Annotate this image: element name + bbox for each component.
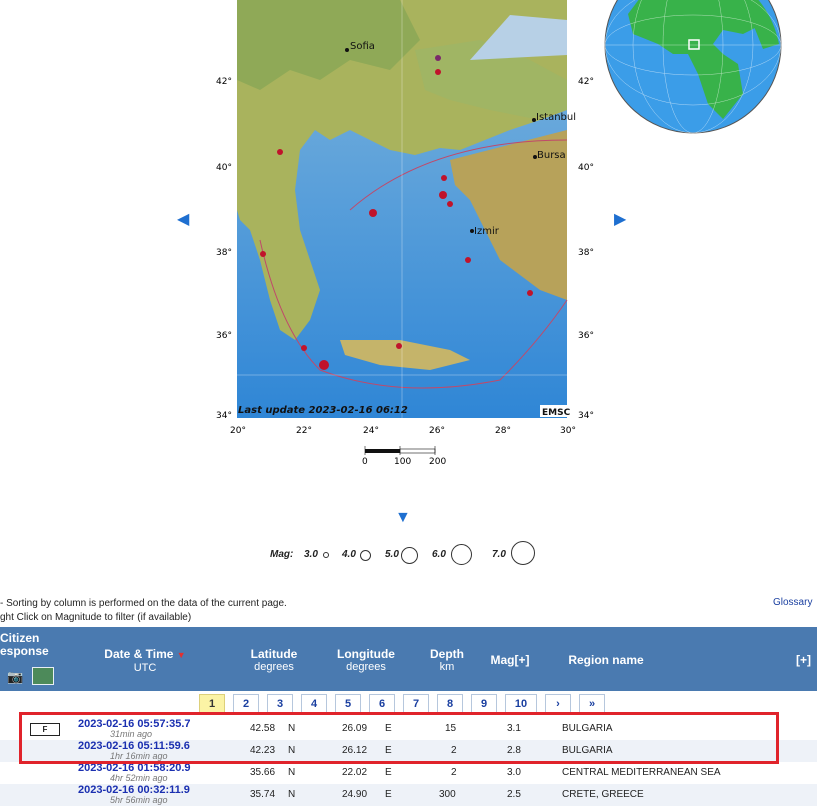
page-9[interactable]: 9 <box>471 694 497 714</box>
scale-bar <box>365 449 400 453</box>
lat-hemisphere: N <box>288 767 296 778</box>
page-5[interactable]: 5 <box>335 694 361 714</box>
col-citizen-response[interactable]: Citizen esponse <box>0 632 49 658</box>
mag-circle <box>401 547 418 564</box>
map-canvas[interactable]: Sofia Istanbul Bursa Izmir Last update 2… <box>200 0 620 470</box>
page-3[interactable]: 3 <box>267 694 293 714</box>
lat-tick: 34° <box>578 411 594 421</box>
page-6[interactable]: 6 <box>369 694 395 714</box>
lon-tick: 24° <box>363 426 379 436</box>
city-sofia: Sofia <box>350 41 375 52</box>
lat-tick: 38° <box>216 248 232 258</box>
pan-right-icon[interactable]: ▶ <box>614 212 626 228</box>
mag-value: 5.0 <box>385 549 399 560</box>
lat-tick: 42° <box>216 77 232 87</box>
lon-tick: 26° <box>429 426 445 436</box>
event-age: 4hr 52min ago <box>110 773 168 783</box>
last-page-button[interactable]: » <box>579 694 605 714</box>
camera-icon[interactable]: 📷 <box>7 669 23 685</box>
globe-inset <box>604 0 782 134</box>
last-update-label: Last update 2023-02-16 06:12 <box>238 405 408 416</box>
mag-value: 6.0 <box>432 549 446 560</box>
depth-value: 300 <box>439 789 456 800</box>
filter-note: ght Click on Magnitude to filter (if ava… <box>0 612 192 623</box>
mag-circle <box>323 552 329 558</box>
mag-value: 3.0 <box>304 549 318 560</box>
lat-hemisphere: N <box>288 789 296 800</box>
lat-tick: 36° <box>578 331 594 341</box>
region-name: CENTRAL MEDITERRANEAN SEA <box>562 767 721 778</box>
latitude-value: 35.66 <box>250 767 276 778</box>
depth-value: 2 <box>451 767 457 778</box>
longitude-value: 24.90 <box>342 789 368 800</box>
magnitude-value[interactable]: 2.5 <box>507 789 521 800</box>
event-age: 5hr 56min ago <box>110 795 168 805</box>
lon-hemisphere: E <box>385 767 392 778</box>
col-mag[interactable]: Mag[+] <box>482 654 538 667</box>
mag-legend-label: Mag: <box>270 549 294 560</box>
table-row[interactable]: 2023-02-16 01:58:20.9 4hr 52min ago 35.6… <box>0 762 817 784</box>
pan-left-icon[interactable]: ◀ <box>177 212 189 228</box>
pan-down-icon[interactable]: ▼ <box>395 510 411 526</box>
city-izmir: Izmir <box>474 226 500 237</box>
mag-circle <box>511 541 535 565</box>
page-4[interactable]: 4 <box>301 694 327 714</box>
col-latitude[interactable]: Latitude degrees <box>236 648 312 674</box>
map-thumbnail-icon[interactable] <box>32 667 54 685</box>
lat-tick: 34° <box>216 411 232 421</box>
lon-tick: 28° <box>495 426 511 436</box>
lon-tick: 22° <box>296 426 312 436</box>
page-8[interactable]: 8 <box>437 694 463 714</box>
mag-value: 7.0 <box>492 549 506 560</box>
mag-circle <box>451 544 472 565</box>
expand-columns-button[interactable]: [+] <box>790 654 817 667</box>
table-header: Citizen esponse 📷 Date & Time ▼ UTC Latit… <box>0 627 817 691</box>
col-depth[interactable]: Depth km <box>422 648 472 674</box>
mag-value: 4.0 <box>342 549 356 560</box>
highlight-box <box>19 712 779 764</box>
sort-desc-icon: ▼ <box>176 650 186 660</box>
col-date-time[interactable]: Date & Time ▼ UTC <box>90 648 200 675</box>
lat-tick: 36° <box>216 331 232 341</box>
lon-hemisphere: E <box>385 789 392 800</box>
city-bursa: Bursa <box>537 150 566 161</box>
page-1[interactable]: 1 <box>199 694 225 714</box>
latitude-value: 35.74 <box>250 789 276 800</box>
longitude-value: 22.02 <box>342 767 368 778</box>
mag-circle <box>360 550 371 561</box>
scale-label: 200 <box>429 457 446 467</box>
glossary-link[interactable]: Glossary <box>773 597 812 608</box>
emsc-logo: EMSC <box>542 408 571 418</box>
lat-tick: 38° <box>578 248 594 258</box>
scale-label: 100 <box>394 457 411 467</box>
lat-tick: 42° <box>578 77 594 87</box>
scale-label: 0 <box>362 457 368 467</box>
page-10[interactable]: 10 <box>505 694 537 714</box>
sorting-note: - Sorting by column is performed on the … <box>0 598 287 609</box>
region-name: CRETE, GREECE <box>562 789 644 800</box>
col-region[interactable]: Region name <box>560 654 652 667</box>
page-7[interactable]: 7 <box>403 694 429 714</box>
lon-tick: 20° <box>230 426 246 436</box>
col-longitude[interactable]: Longitude degrees <box>326 648 406 674</box>
lat-tick: 40° <box>578 163 594 173</box>
magnitude-value[interactable]: 3.0 <box>507 767 521 778</box>
next-page-button[interactable]: › <box>545 694 571 714</box>
seismic-map[interactable]: Sofia Istanbul Bursa Izmir Last update 2… <box>200 0 620 470</box>
lat-tick: 40° <box>216 163 232 173</box>
magnitude-legend: Mag: 3.0 4.0 5.0 6.0 7.0 <box>270 541 570 567</box>
city-istanbul: Istanbul <box>536 112 576 123</box>
page-2[interactable]: 2 <box>233 694 259 714</box>
lon-tick: 30° <box>560 426 576 436</box>
table-row[interactable]: 2023-02-16 00:32:11.9 5hr 56min ago 35.7… <box>0 784 817 806</box>
